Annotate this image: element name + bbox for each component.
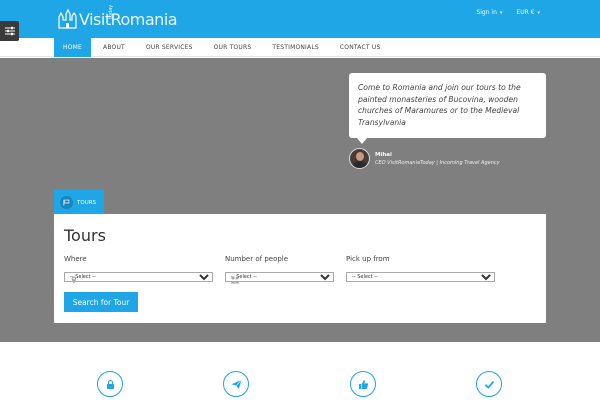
author-info: Mihai CEO VisitRomaniaToday | Incoming T… [375,152,500,166]
people-label: Number of people [225,255,289,263]
testimonial-quote: Come to Romania and join our tours to th… [349,73,546,144]
quote-pointer [357,138,367,144]
nav-about[interactable]: ABOUT [94,38,134,57]
site-logo[interactable]: VisitRomania [56,6,178,32]
top-links: Sign in ▾ EUR € ▾ [476,9,540,16]
sliders-icon [4,26,15,36]
flag-icon [60,196,73,209]
caret-down-icon: ▾ [499,9,503,16]
logo-text: VisitRomania [79,9,178,29]
main-nav: HOME ABOUT OUR SERVICES OUR TOURS TESTIM… [54,38,389,57]
tour-search-panel: Tours Where -- Select -- Number of peopl… [54,214,546,323]
tab-tours-label: TOURS [77,199,97,206]
author-avatar [349,148,370,169]
search-tour-button[interactable]: Search for Tour [64,292,138,312]
nav-our-services[interactable]: OUR SERVICES [137,38,202,57]
thumbs-up-icon [350,371,376,397]
nav-our-tours[interactable]: OUR TOURS [205,38,261,57]
caret-down-icon: ▾ [537,9,540,16]
lock-icon [97,371,123,397]
castle-logo-icon [58,8,77,29]
currency-label: EUR € [516,9,535,16]
currency-selector[interactable]: EUR € ▾ [516,9,540,16]
paper-plane-icon [223,371,249,397]
tab-tours[interactable]: TOURS [54,190,104,215]
features-section [0,342,600,400]
where-label: Where [64,255,87,263]
signin-link[interactable]: Sign in ▾ [476,9,502,16]
hero-section: Come to Romania and join our tours to th… [0,58,600,342]
people-field: Number of people -- Select -- [225,255,334,282]
pickup-field: Pick up from -- Select -- [346,255,495,282]
logo-subtitle: today [108,4,114,19]
nav-home[interactable]: HOME [54,38,92,57]
pickup-select[interactable]: -- Select -- [346,272,495,282]
nav-contact-us[interactable]: CONTACT US [331,38,390,57]
nav-testimonials[interactable]: TESTIMONIALS [263,38,328,57]
panel-title: Tours [64,226,106,245]
author-name: Mihai [375,151,392,158]
where-select[interactable]: -- Select -- [64,272,213,282]
people-icon [230,276,240,284]
where-field: Where -- Select -- [64,255,213,282]
signin-label: Sign in [476,9,497,16]
people-select[interactable]: -- Select -- [225,272,334,282]
settings-toggle-button[interactable] [0,21,19,41]
quote-author: Mihai CEO VisitRomaniaToday | Incoming T… [349,148,500,169]
map-pin-icon [71,276,77,284]
pickup-label: Pick up from [346,255,390,263]
top-bar: VisitRomania today Sign in ▾ EUR € ▾ [0,0,600,38]
quote-text: Come to Romania and join our tours to th… [358,83,521,127]
author-role: CEO VisitRomaniaToday | Incoming Travel … [375,159,500,166]
checkmark-icon [476,371,502,397]
main-navbar: HOME ABOUT OUR SERVICES OUR TOURS TESTIM… [0,38,600,57]
